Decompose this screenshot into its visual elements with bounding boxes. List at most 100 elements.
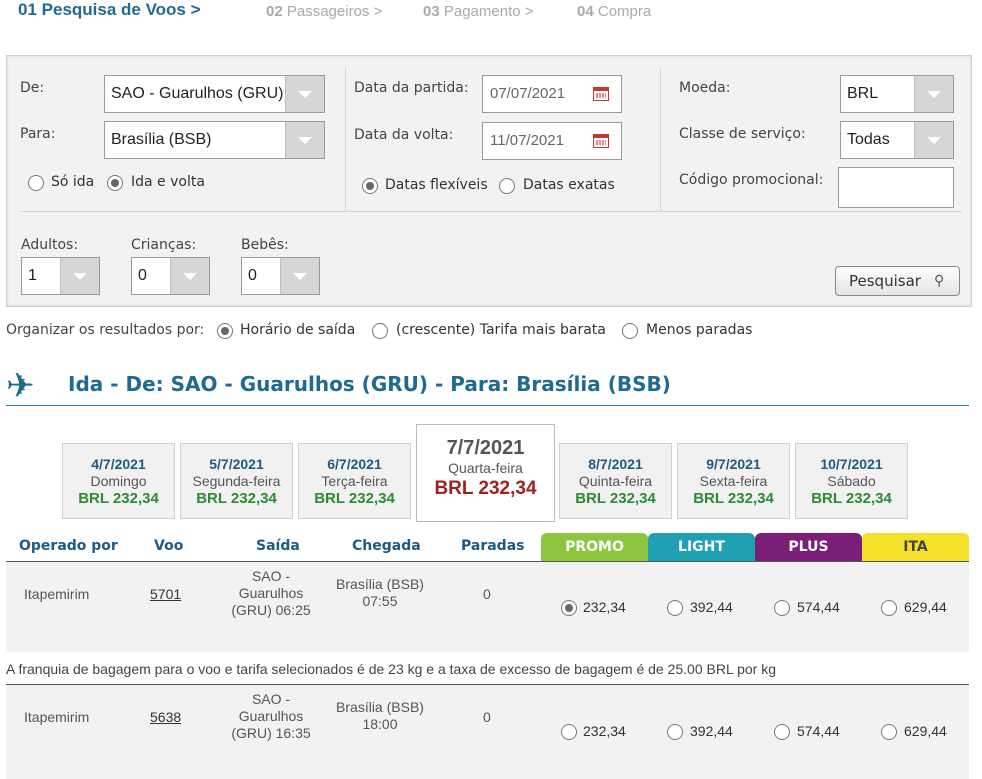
chevron-down-icon[interactable] <box>285 76 324 112</box>
column-departure: Saída <box>256 538 300 554</box>
date-tab[interactable]: 4/7/2021 Domingo BRL 232,34 <box>62 443 175 519</box>
class-value: Todas <box>847 131 890 148</box>
date-tab-date: 6/7/2021 <box>327 456 382 472</box>
class-label: Classe de serviço: <box>679 126 806 142</box>
fare-header-plus: PLUS <box>755 533 862 561</box>
class-select[interactable]: Todas <box>840 121 954 159</box>
departure-info: SAO - Guarulhos (GRU) 06:25 <box>221 568 321 619</box>
chevron-down-icon[interactable] <box>285 122 324 158</box>
date-tab-selected[interactable]: 7/7/2021 Quarta-feira BRL 232,34 <box>416 424 555 522</box>
to-value: Brasília (BSB) <box>111 131 212 148</box>
departure-line: SAO - <box>251 568 291 584</box>
sort-stops-radio[interactable] <box>622 323 638 339</box>
to-select[interactable]: Brasília (BSB) <box>104 121 325 159</box>
sort-label: Organizar os resultados por: <box>6 322 205 338</box>
search-button[interactable]: Pesquisar ⚲ <box>835 266 960 296</box>
table-row: Itapemirim 5701 SAO - Guarulhos (GRU) 06… <box>6 562 969 652</box>
from-select[interactable]: SAO - Guarulhos (GRU) <box>104 75 325 113</box>
chevron-down-icon[interactable] <box>280 258 319 294</box>
infants-select[interactable]: 0 <box>241 257 320 295</box>
fare-price: 392,44 <box>690 723 733 739</box>
date-tab-price: BRL 232,34 <box>314 490 395 507</box>
one-way-radio[interactable] <box>28 175 44 191</box>
step-payment: 03 Pagamento > <box>423 3 534 20</box>
currency-select[interactable]: BRL <box>840 75 954 113</box>
exact-dates-radio[interactable] <box>499 178 515 194</box>
chevron-down-icon[interactable] <box>170 258 209 294</box>
return-date-field[interactable]: 11/07/2021 <box>482 122 622 160</box>
date-tab-date: 7/7/2021 <box>446 437 525 459</box>
fare-price: 629,44 <box>904 723 947 739</box>
chevron-down-icon[interactable] <box>914 76 953 112</box>
fare-radio-plus[interactable] <box>774 600 790 616</box>
departure-info: SAO - Guarulhos (GRU) 16:35 <box>221 691 321 742</box>
fare-radio-light[interactable] <box>667 724 683 740</box>
date-tab-date: 8/7/2021 <box>588 456 643 472</box>
operator-name: Itapemirim <box>24 586 90 602</box>
table-row: Itapemirim 5638 SAO - Guarulhos (GRU) 16… <box>6 685 969 779</box>
round-trip-label: Ida e volta <box>131 174 205 190</box>
step-number: 02 <box>266 3 283 20</box>
exact-dates-label: Datas exatas <box>523 177 615 193</box>
fare-price: 629,44 <box>904 599 947 615</box>
column-arrival: Chegada <box>352 538 421 554</box>
date-tab-day: Quarta-feira <box>448 460 523 476</box>
sort-departure-radio[interactable] <box>217 323 233 339</box>
date-tab-date: 10/7/2021 <box>820 456 883 472</box>
children-label: Crianças: <box>131 237 197 253</box>
fare-price: 574,44 <box>797 723 840 739</box>
flight-number-link[interactable]: 5701 <box>150 586 181 603</box>
chevron-down-icon[interactable] <box>914 122 953 158</box>
fare-radio-promo[interactable] <box>561 724 577 740</box>
fare-radio-plus[interactable] <box>774 724 790 740</box>
date-tab-price: BRL 232,34 <box>575 490 656 507</box>
fare-radio-ita[interactable] <box>881 724 897 740</box>
children-select[interactable]: 0 <box>131 257 210 295</box>
adults-label: Adultos: <box>21 237 79 253</box>
arrival-line: Brasília (BSB) <box>336 699 424 715</box>
arrival-line: 07:55 <box>362 593 398 609</box>
flight-number-link[interactable]: 5638 <box>150 709 181 726</box>
step-flight-search[interactable]: 01 Pesquisa de Voos > <box>18 0 201 20</box>
date-tab[interactable]: 8/7/2021 Quinta-feira BRL 232,34 <box>559 443 672 519</box>
date-tab-date: 4/7/2021 <box>91 456 146 472</box>
step-number: 04 <box>577 3 594 20</box>
depart-date-value: 07/07/2021 <box>490 85 566 102</box>
fare-radio-light[interactable] <box>667 600 683 616</box>
sort-cheapest-label: (crescente) Tarifa mais barata <box>396 322 606 338</box>
column-stops: Paradas <box>461 538 525 554</box>
fare-price: 392,44 <box>690 599 733 615</box>
round-trip-radio[interactable] <box>107 175 123 191</box>
calendar-icon[interactable] <box>593 87 609 101</box>
fare-price: 232,34 <box>583 599 626 615</box>
depart-date-field[interactable]: 07/07/2021 <box>482 75 622 113</box>
date-tab[interactable]: 10/7/2021 Sábado BRL 232,34 <box>795 443 908 519</box>
date-tab-price: BRL 232,34 <box>196 490 277 507</box>
date-tab[interactable]: 5/7/2021 Segunda-feira BRL 232,34 <box>180 443 293 519</box>
calendar-icon[interactable] <box>593 134 609 148</box>
fare-radio-ita[interactable] <box>881 600 897 616</box>
promo-code-input[interactable] <box>838 167 954 208</box>
adults-select[interactable]: 1 <box>21 257 100 295</box>
flex-dates-radio[interactable] <box>362 178 378 194</box>
date-tab-date: 9/7/2021 <box>706 456 761 472</box>
arrival-line: Brasília (BSB) <box>336 576 424 592</box>
return-date-value: 11/07/2021 <box>490 132 564 149</box>
sort-departure-label: Horário de saída <box>240 322 356 338</box>
date-tab[interactable]: 9/7/2021 Sexta-feira BRL 232,34 <box>677 443 790 519</box>
children-value: 0 <box>138 267 147 284</box>
currency-label: Moeda: <box>679 80 731 96</box>
section-divider <box>6 405 969 406</box>
date-tab-day: Segunda-feira <box>192 473 281 489</box>
fare-radio-promo[interactable] <box>561 600 577 616</box>
search-icon: ⚲ <box>934 273 945 289</box>
infants-value: 0 <box>248 267 257 284</box>
chevron-down-icon[interactable] <box>60 258 99 294</box>
departure-line: (GRU) 16:35 <box>231 725 311 741</box>
sort-cheapest-radio[interactable] <box>372 323 388 339</box>
stops-count: 0 <box>483 709 491 725</box>
date-tab[interactable]: 6/7/2021 Terça-feira BRL 232,34 <box>298 443 411 519</box>
step-label: Pagamento > <box>443 3 534 20</box>
departure-line: Guarulhos <box>238 585 304 601</box>
fare-price: 232,34 <box>583 723 626 739</box>
